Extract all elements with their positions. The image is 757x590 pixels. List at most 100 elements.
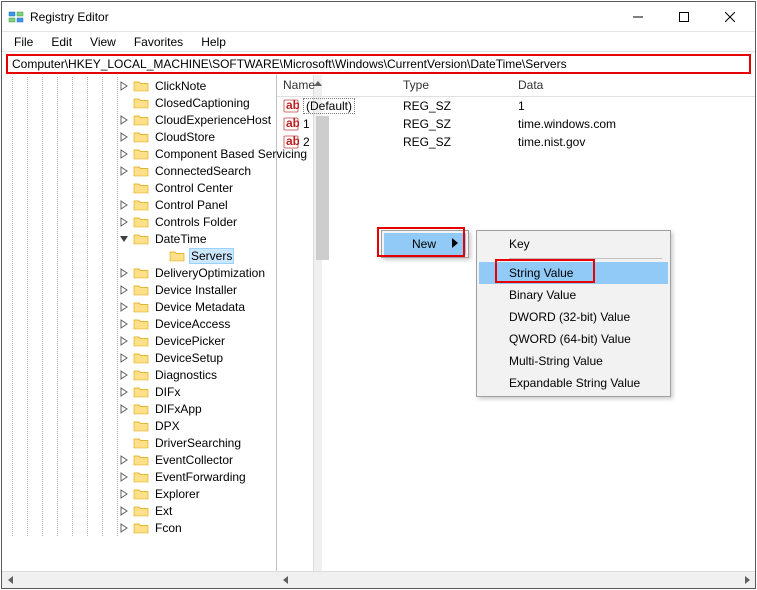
tree-item[interactable]: ClosedCaptioning xyxy=(2,94,313,111)
context-menu-item[interactable]: Expandable String Value xyxy=(479,372,668,394)
tree-item[interactable]: Explorer xyxy=(2,485,313,502)
minimize-button[interactable] xyxy=(615,2,661,32)
scroll-left-icon[interactable] xyxy=(2,572,19,589)
chevron-right-icon[interactable] xyxy=(117,319,131,329)
folder-icon xyxy=(133,180,149,196)
tree-item[interactable]: Controls Folder xyxy=(2,213,313,230)
column-header-name[interactable]: Name xyxy=(277,75,397,96)
menu-favorites[interactable]: Favorites xyxy=(126,33,191,51)
maximize-button[interactable] xyxy=(661,2,707,32)
chevron-right-icon[interactable] xyxy=(117,149,131,159)
tree-item[interactable]: DeliveryOptimization xyxy=(2,264,313,281)
tree-item[interactable]: DPX xyxy=(2,417,313,434)
chevron-right-icon[interactable] xyxy=(117,506,131,516)
tree-item[interactable]: ClickNote xyxy=(2,77,313,94)
tree-item[interactable]: DateTime xyxy=(2,230,313,247)
tree-item-label: Control Panel xyxy=(153,198,230,212)
tree-item[interactable]: Servers xyxy=(2,247,313,264)
context-menu-item[interactable]: String Value xyxy=(479,262,668,284)
values-list-pane[interactable]: Name Type Data ab(Default)REG_SZ1ab1REG_… xyxy=(277,75,755,571)
value-type: REG_SZ xyxy=(397,117,512,131)
tree-item[interactable]: ConnectedSearch xyxy=(2,162,313,179)
tree-item[interactable]: CloudExperienceHost xyxy=(2,111,313,128)
chevron-right-icon[interactable] xyxy=(117,132,131,142)
address-input[interactable] xyxy=(12,57,745,71)
list-row[interactable]: ab1REG_SZtime.windows.com xyxy=(277,115,755,133)
folder-icon xyxy=(133,350,149,366)
tree-item-label: DeviceAccess xyxy=(153,317,232,331)
chevron-right-icon[interactable] xyxy=(117,166,131,176)
tree-item[interactable]: Control Center xyxy=(2,179,313,196)
context-menu-item[interactable]: DWORD (32-bit) Value xyxy=(479,306,668,328)
tree-item[interactable]: EventCollector xyxy=(2,451,313,468)
chevron-right-icon[interactable] xyxy=(117,370,131,380)
folder-icon xyxy=(133,112,149,128)
menu-file[interactable]: File xyxy=(6,33,41,51)
address-bar[interactable] xyxy=(6,54,751,74)
chevron-right-icon[interactable] xyxy=(117,353,131,363)
folder-icon xyxy=(133,520,149,536)
chevron-right-icon[interactable] xyxy=(117,115,131,125)
tree-item[interactable]: DevicePicker xyxy=(2,332,313,349)
context-menu-item[interactable]: Key xyxy=(479,233,668,255)
svg-text:ab: ab xyxy=(286,134,299,148)
chevron-right-icon[interactable] xyxy=(117,217,131,227)
column-header-data[interactable]: Data xyxy=(512,75,755,96)
tree-item[interactable]: Device Installer xyxy=(2,281,313,298)
chevron-right-icon[interactable] xyxy=(117,455,131,465)
chevron-right-icon[interactable] xyxy=(117,404,131,414)
chevron-right-icon[interactable] xyxy=(117,200,131,210)
context-menu-item[interactable]: Binary Value xyxy=(479,284,668,306)
context-menu-item[interactable]: Multi-String Value xyxy=(479,350,668,372)
menu-edit[interactable]: Edit xyxy=(43,33,80,51)
chevron-right-icon[interactable] xyxy=(117,302,131,312)
tree-item[interactable]: DIFx xyxy=(2,383,313,400)
chevron-right-icon[interactable] xyxy=(117,489,131,499)
chevron-right-icon[interactable] xyxy=(117,472,131,482)
tree-item[interactable]: Fcon xyxy=(2,519,313,536)
context-menu-item-new[interactable]: New xyxy=(384,233,466,255)
tree-item-label: Diagnostics xyxy=(153,368,219,382)
chevron-right-icon[interactable] xyxy=(117,387,131,397)
tree-item-label: ClickNote xyxy=(153,79,208,93)
context-menu-item[interactable]: QWORD (64-bit) Value xyxy=(479,328,668,350)
column-header-type[interactable]: Type xyxy=(397,75,512,96)
tree-item[interactable]: Control Panel xyxy=(2,196,313,213)
scroll-right-icon[interactable] xyxy=(738,572,755,589)
folder-icon xyxy=(133,78,149,94)
tree-item[interactable]: DeviceSetup xyxy=(2,349,313,366)
tree-item-label: Explorer xyxy=(153,487,202,501)
reg-sz-icon: ab xyxy=(283,98,299,114)
tree-item[interactable]: Diagnostics xyxy=(2,366,313,383)
menubar: FileEditViewFavoritesHelp xyxy=(2,32,755,52)
tree-horizontal-scrollbar[interactable] xyxy=(2,571,313,588)
chevron-right-icon[interactable] xyxy=(117,285,131,295)
menu-help[interactable]: Help xyxy=(193,33,234,51)
tree-pane[interactable]: ClickNoteClosedCaptioningCloudExperience… xyxy=(2,75,313,571)
context-submenu-new[interactable]: Key String ValueBinary ValueDWORD (32-bit… xyxy=(476,230,671,397)
tree-item[interactable]: EventForwarding xyxy=(2,468,313,485)
list-row[interactable]: ab(Default)REG_SZ1 xyxy=(277,97,755,115)
tree-item[interactable]: CloudStore xyxy=(2,128,313,145)
tree-item[interactable]: Component Based Servicing xyxy=(2,145,313,162)
tree-item[interactable]: Device Metadata xyxy=(2,298,313,315)
context-menu-new[interactable]: New xyxy=(381,230,469,258)
menu-view[interactable]: View xyxy=(82,33,124,51)
chevron-right-icon[interactable] xyxy=(117,268,131,278)
folder-icon xyxy=(133,486,149,502)
chevron-right-icon[interactable] xyxy=(117,336,131,346)
chevron-right-icon[interactable] xyxy=(117,523,131,533)
list-row[interactable]: ab2REG_SZtime.nist.gov xyxy=(277,133,755,151)
tree-item[interactable]: DeviceAccess xyxy=(2,315,313,332)
tree-item[interactable]: DIFxApp xyxy=(2,400,313,417)
tree-item[interactable]: DriverSearching xyxy=(2,434,313,451)
tree-item-label: Control Center xyxy=(153,181,235,195)
chevron-down-icon[interactable] xyxy=(117,234,131,244)
tree-item[interactable]: Ext xyxy=(2,502,313,519)
chevron-right-icon[interactable] xyxy=(117,81,131,91)
list-horizontal-scrollbar[interactable] xyxy=(277,571,755,588)
folder-icon xyxy=(133,231,149,247)
folder-icon xyxy=(133,469,149,485)
close-button[interactable] xyxy=(707,2,753,32)
value-name: (Default) xyxy=(303,98,355,114)
